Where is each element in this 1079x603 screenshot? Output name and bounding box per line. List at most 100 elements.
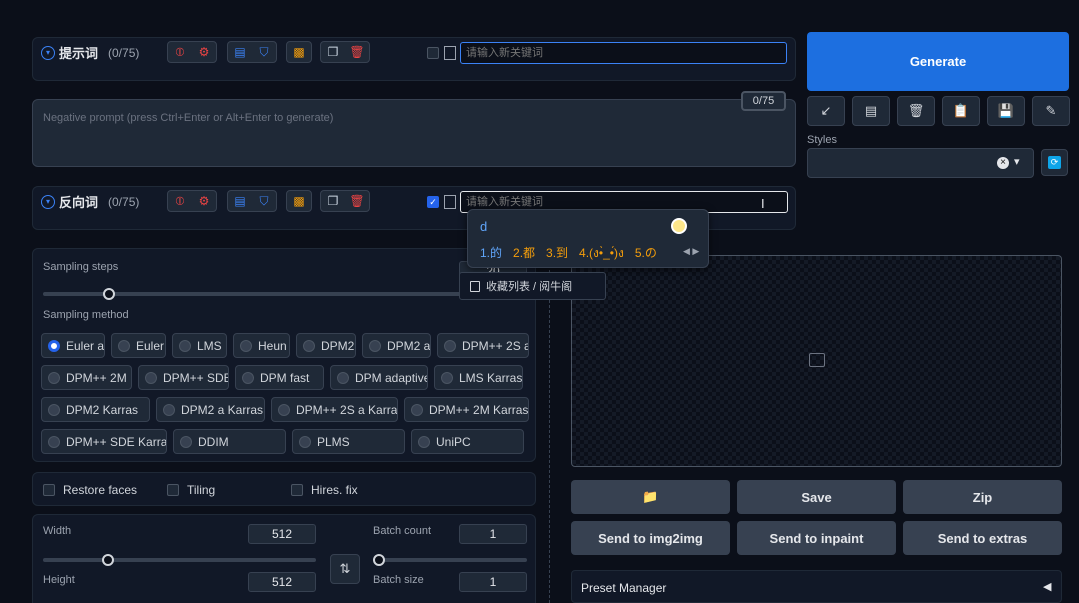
batch-count-input[interactable]: 1 — [459, 524, 527, 544]
ime-candidate[interactable]: 4.(ง•̀_•́)ง — [579, 244, 624, 263]
collapse-icon: ◀ — [1043, 581, 1052, 593]
restore-faces-option[interactable]: Restore faces — [43, 483, 137, 497]
method-lms[interactable]: LMS — [172, 333, 227, 358]
ime-candidate[interactable]: 3.到 — [546, 244, 568, 263]
translate-icon[interactable]: ⦶ — [168, 191, 192, 211]
trash-icon[interactable]: 🗑 — [345, 191, 369, 211]
width-input[interactable]: 512 — [248, 524, 316, 544]
method-dpm2-a-karras[interactable]: DPM2 a Karras — [156, 397, 265, 422]
negative-checkbox[interactable]: ✓ — [427, 196, 439, 208]
method-dpm2-a[interactable]: DPM2 a — [362, 333, 431, 358]
batch-count-thumb[interactable] — [373, 554, 385, 566]
bookmark-icon[interactable]: ⛉ — [252, 42, 276, 62]
style-apply-button[interactable]: 📋 — [942, 96, 980, 126]
height-label: Height — [43, 574, 75, 586]
preset-manager-accordion[interactable]: Preset Manager ◀ — [571, 570, 1062, 603]
method-ddim[interactable]: DDIM — [173, 429, 286, 454]
negative-prompt-box[interactable]: Negative prompt (press Ctrl+Enter or Alt… — [32, 99, 796, 167]
clear-icon[interactable]: × — [997, 157, 1009, 169]
method-unipc[interactable]: UniPC — [411, 429, 524, 454]
prompt-edit-group: ❐ 🗑 — [320, 41, 370, 63]
history-icon[interactable]: ▤ — [228, 191, 252, 211]
sampling-steps-thumb[interactable] — [103, 288, 115, 300]
refresh-styles-button[interactable]: ⟳ — [1041, 149, 1068, 176]
text-cursor-icon: I — [761, 196, 765, 211]
dimensions-panel: Width 512 Height 512 ⇅ Batch count 1 Bat… — [32, 514, 536, 603]
copy-icon[interactable]: ❐ — [321, 42, 345, 62]
paste-button[interactable]: ▤ — [852, 96, 890, 126]
save-button[interactable]: Save — [737, 480, 896, 514]
style-save-button[interactable]: 💾 — [987, 96, 1025, 126]
method-lms-karras[interactable]: LMS Karras — [434, 365, 523, 390]
width-label: Width — [43, 525, 72, 537]
sampling-steps-slider[interactable] — [43, 292, 527, 296]
clear-button[interactable]: 🗑 — [897, 96, 935, 126]
swap-dimensions-button[interactable]: ⇅ — [330, 554, 360, 584]
random-icon[interactable]: ▩ — [287, 42, 311, 62]
method-euler[interactable]: Euler — [111, 333, 166, 358]
ime-composition: d — [480, 219, 488, 234]
method-dpmpp-2s-a[interactable]: DPM++ 2S a — [437, 333, 529, 358]
generate-button[interactable]: Generate — [807, 32, 1069, 91]
method-dpm-fast[interactable]: DPM fast — [235, 365, 324, 390]
prompt-translate-group: ⦶ ⚙ — [167, 41, 217, 63]
prompt-keyword-input[interactable] — [460, 42, 787, 64]
method-heun[interactable]: Heun — [233, 333, 290, 358]
send-to-img2img-button[interactable]: Send to img2img — [571, 521, 730, 555]
ime-candidate[interactable]: 2.都 — [513, 244, 535, 263]
ime-candidate[interactable]: 5.の — [635, 244, 657, 263]
send-to-inpaint-button[interactable]: Send to inpaint — [737, 521, 896, 555]
sampling-steps-label: Sampling steps — [43, 261, 119, 273]
negative-toggle[interactable]: ▾ 反向词 (0/75) — [41, 192, 139, 211]
send-to-extras-button[interactable]: Send to extras — [903, 521, 1062, 555]
ime-candidate[interactable]: 1.的 — [480, 244, 502, 263]
tiling-option[interactable]: Tiling — [167, 483, 215, 497]
magic-button[interactable]: ✎ — [1032, 96, 1070, 126]
width-slider[interactable] — [43, 558, 316, 562]
prompt-toggle[interactable]: ▾ 提示词 (0/75) — [41, 43, 139, 62]
sampling-method-label: Sampling method — [43, 309, 129, 321]
ime-footer[interactable]: 收藏列表 / 阅牛阁 — [459, 272, 606, 300]
prompt-bracket-icon[interactable] — [444, 46, 456, 60]
batch-size-input[interactable]: 1 — [459, 572, 527, 592]
height-input[interactable]: 512 — [248, 572, 316, 592]
negative-bracket-icon[interactable] — [444, 195, 456, 209]
hires-fix-checkbox[interactable] — [291, 484, 303, 496]
tiling-checkbox[interactable] — [167, 484, 179, 496]
method-plms[interactable]: PLMS — [292, 429, 405, 454]
method-dpmpp-2s-a-karras[interactable]: DPM++ 2S a Karras — [271, 397, 398, 422]
method-euler-a[interactable]: Euler a — [41, 333, 105, 358]
ime-page-arrows-icon[interactable]: ◀ ▶ — [683, 246, 699, 257]
restore-faces-checkbox[interactable] — [43, 484, 55, 496]
zip-button[interactable]: Zip — [903, 480, 1062, 514]
method-dpmpp-2m[interactable]: DPM++ 2M — [41, 365, 132, 390]
ime-popup: d 1.的 2.都 3.到 4.(ง•̀_•́)ง 5.の ◀ ▶ — [467, 209, 709, 268]
random-icon[interactable]: ▩ — [287, 191, 311, 211]
batch-count-slider[interactable] — [373, 558, 527, 562]
hires-fix-option[interactable]: Hires. fix — [291, 483, 358, 497]
bookmark-icon[interactable]: ⛉ — [252, 191, 276, 211]
settings-icon[interactable]: ⚙ — [192, 42, 216, 62]
refresh-icon: ⟳ — [1048, 156, 1061, 169]
chevron-down-icon: ▾ — [41, 194, 55, 209]
styles-dropdown[interactable]: × ▾ — [807, 148, 1034, 178]
translate-icon[interactable]: ⦶ — [168, 42, 192, 62]
method-dpmpp-sde-karras[interactable]: DPM++ SDE Karras — [41, 429, 167, 454]
negative-edit-group: ❐ 🗑 — [320, 190, 370, 212]
copy-icon[interactable]: ❐ — [321, 191, 345, 211]
method-dpm-adaptive[interactable]: DPM adaptive — [330, 365, 428, 390]
settings-icon[interactable]: ⚙ — [192, 191, 216, 211]
method-dpm2-karras[interactable]: DPM2 Karras — [41, 397, 150, 422]
prompt-checkbox[interactable] — [427, 47, 439, 59]
open-folder-button[interactable]: 📁 — [571, 480, 730, 514]
width-thumb[interactable] — [102, 554, 114, 566]
tool-buttons: ↙ ▤ 🗑 📋 💾 ✎ — [807, 96, 1070, 126]
trash-icon[interactable]: 🗑 — [345, 42, 369, 62]
method-dpmpp-2m-karras[interactable]: DPM++ 2M Karras — [404, 397, 529, 422]
method-dpmpp-sde[interactable]: DPM++ SDE — [138, 365, 229, 390]
method-dpm2[interactable]: DPM2 — [296, 333, 356, 358]
read-params-button[interactable]: ↙ — [807, 96, 845, 126]
history-icon[interactable]: ▤ — [228, 42, 252, 62]
prompt-count: (0/75) — [108, 45, 140, 60]
output-gallery[interactable] — [571, 255, 1062, 467]
